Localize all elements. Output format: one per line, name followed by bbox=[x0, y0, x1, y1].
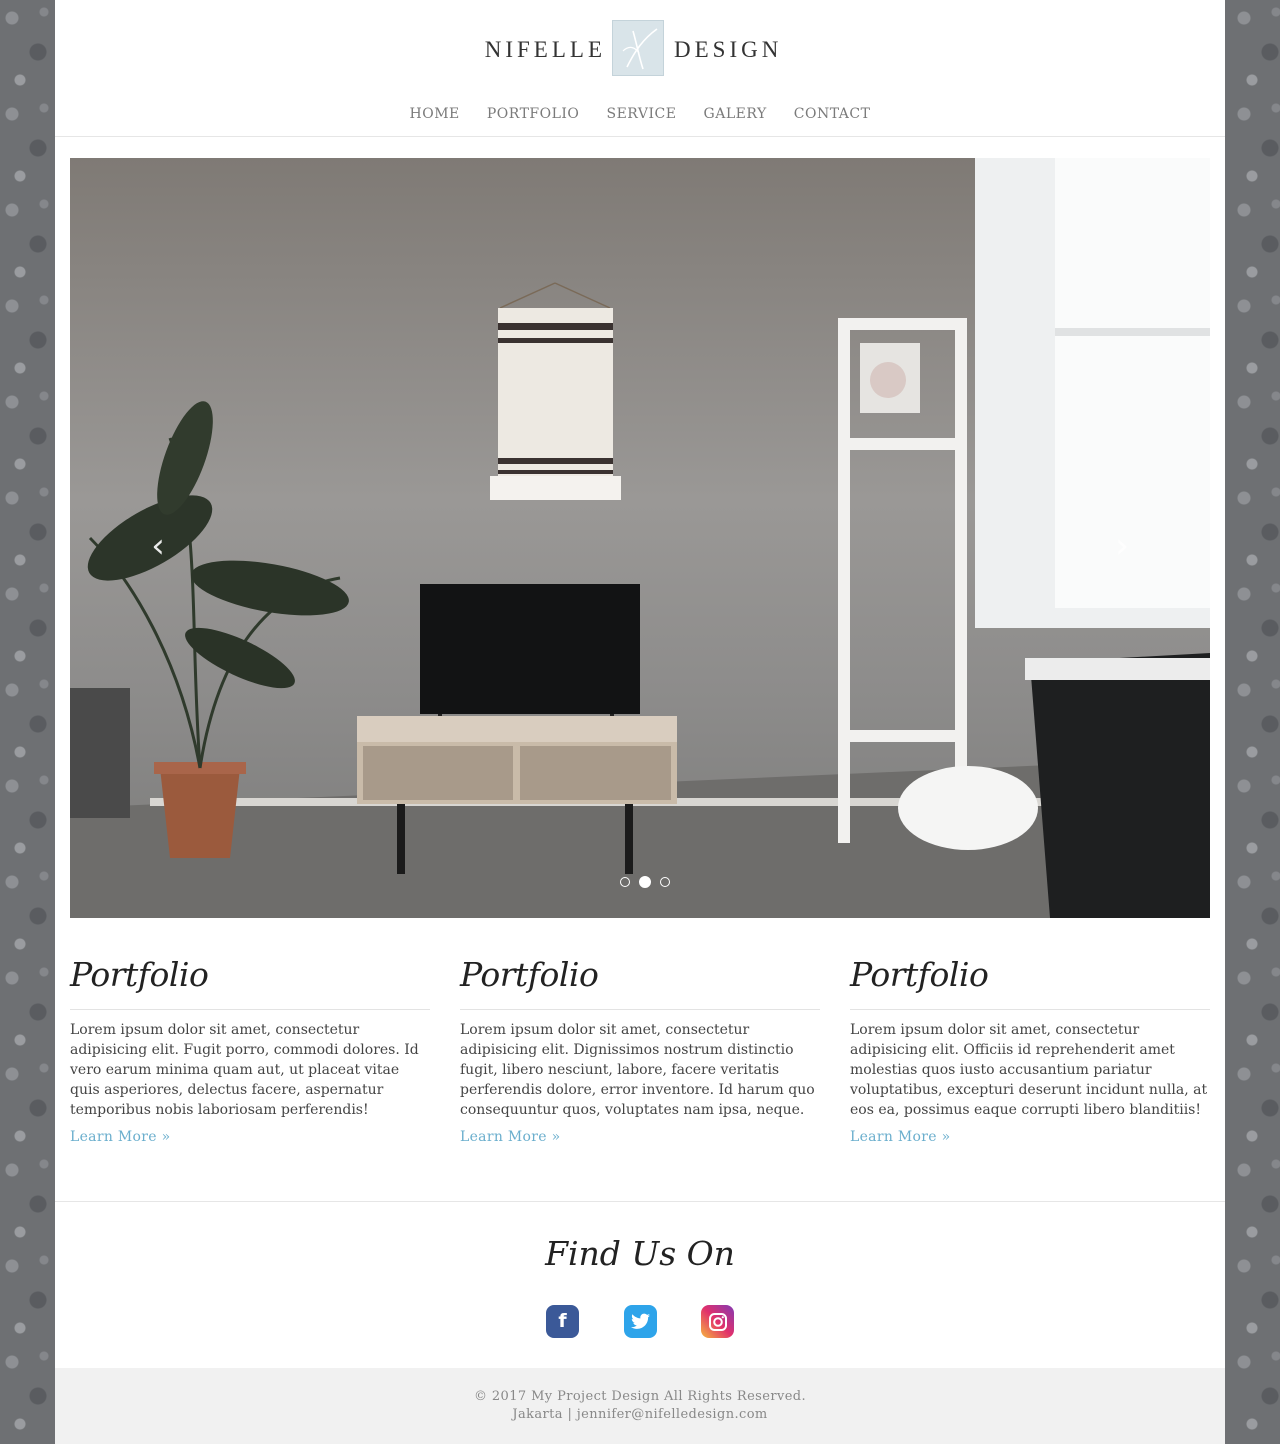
facebook-icon: f bbox=[558, 1310, 567, 1332]
portfolio-text: Lorem ipsum dolor sit amet, consectetur … bbox=[70, 1022, 419, 1118]
portfolio-title: Portfolio bbox=[850, 955, 1210, 1010]
site-footer: © 2017 My Project Design All Rights Rese… bbox=[55, 1368, 1225, 1444]
nav-contact[interactable]: CONTACT bbox=[794, 106, 871, 122]
site-logo[interactable]: NIFELLE DESIGN bbox=[55, 20, 1225, 76]
logo-left-word: NIFELLE bbox=[484, 37, 606, 62]
hero-carousel: ‹ › bbox=[70, 158, 1210, 918]
main-nav: HOME PORTFOLIO SERVICE GALERY CONTACT bbox=[55, 103, 1225, 122]
page-container: NIFELLE DESIGN HOME PORTFOLIO SERVICE GA… bbox=[55, 0, 1225, 1444]
carousel-indicators bbox=[618, 871, 672, 890]
learn-more-link[interactable]: Learn More » bbox=[850, 1129, 1210, 1145]
instagram-button[interactable] bbox=[701, 1305, 734, 1338]
footer-copyright: © 2017 My Project Design All Rights Rese… bbox=[473, 1389, 807, 1404]
portfolio-card-2: Portfolio Lorem ipsum dolor sit amet, co… bbox=[460, 955, 820, 1145]
learn-more-link[interactable]: Learn More » bbox=[460, 1129, 820, 1145]
carousel-next-button[interactable]: › bbox=[1104, 528, 1140, 564]
logo-monogram-icon bbox=[612, 20, 664, 76]
nav-galery[interactable]: GALERY bbox=[704, 106, 767, 122]
footer-contact: Jakarta | jennifer@nifelledesign.com bbox=[512, 1407, 768, 1422]
carousel-dot-2[interactable] bbox=[639, 875, 652, 888]
learn-more-link[interactable]: Learn More » bbox=[70, 1129, 430, 1145]
portfolio-card-3: Portfolio Lorem ipsum dolor sit amet, co… bbox=[850, 955, 1210, 1145]
portfolio-card-1: Portfolio Lorem ipsum dolor sit amet, co… bbox=[70, 955, 430, 1145]
nav-portfolio[interactable]: PORTFOLIO bbox=[487, 106, 580, 122]
portfolio-text: Lorem ipsum dolor sit amet, consectetur … bbox=[460, 1022, 815, 1118]
chevron-left-icon: ‹ bbox=[151, 526, 165, 566]
chevron-right-icon: › bbox=[1115, 526, 1129, 566]
portfolio-title: Portfolio bbox=[460, 955, 820, 1010]
twitter-button[interactable] bbox=[624, 1305, 657, 1338]
carousel-prev-button[interactable]: ‹ bbox=[140, 528, 176, 564]
carousel-dot-1[interactable] bbox=[620, 876, 630, 887]
portfolio-title: Portfolio bbox=[70, 955, 430, 1010]
instagram-icon bbox=[708, 1310, 728, 1332]
nav-service[interactable]: SERVICE bbox=[607, 106, 677, 122]
section-divider bbox=[55, 1201, 1225, 1202]
find-us-heading: Find Us On bbox=[545, 1234, 735, 1273]
hero-image bbox=[70, 158, 1210, 918]
portfolio-text: Lorem ipsum dolor sit amet, consectetur … bbox=[850, 1022, 1208, 1118]
logo-right-word: DESIGN bbox=[674, 37, 783, 62]
site-header: NIFELLE DESIGN HOME PORTFOLIO SERVICE GA… bbox=[55, 0, 1225, 137]
nav-home[interactable]: HOME bbox=[410, 106, 460, 122]
facebook-button[interactable]: f bbox=[546, 1305, 579, 1338]
twitter-icon bbox=[630, 1310, 651, 1332]
carousel-dot-3[interactable] bbox=[660, 876, 671, 887]
